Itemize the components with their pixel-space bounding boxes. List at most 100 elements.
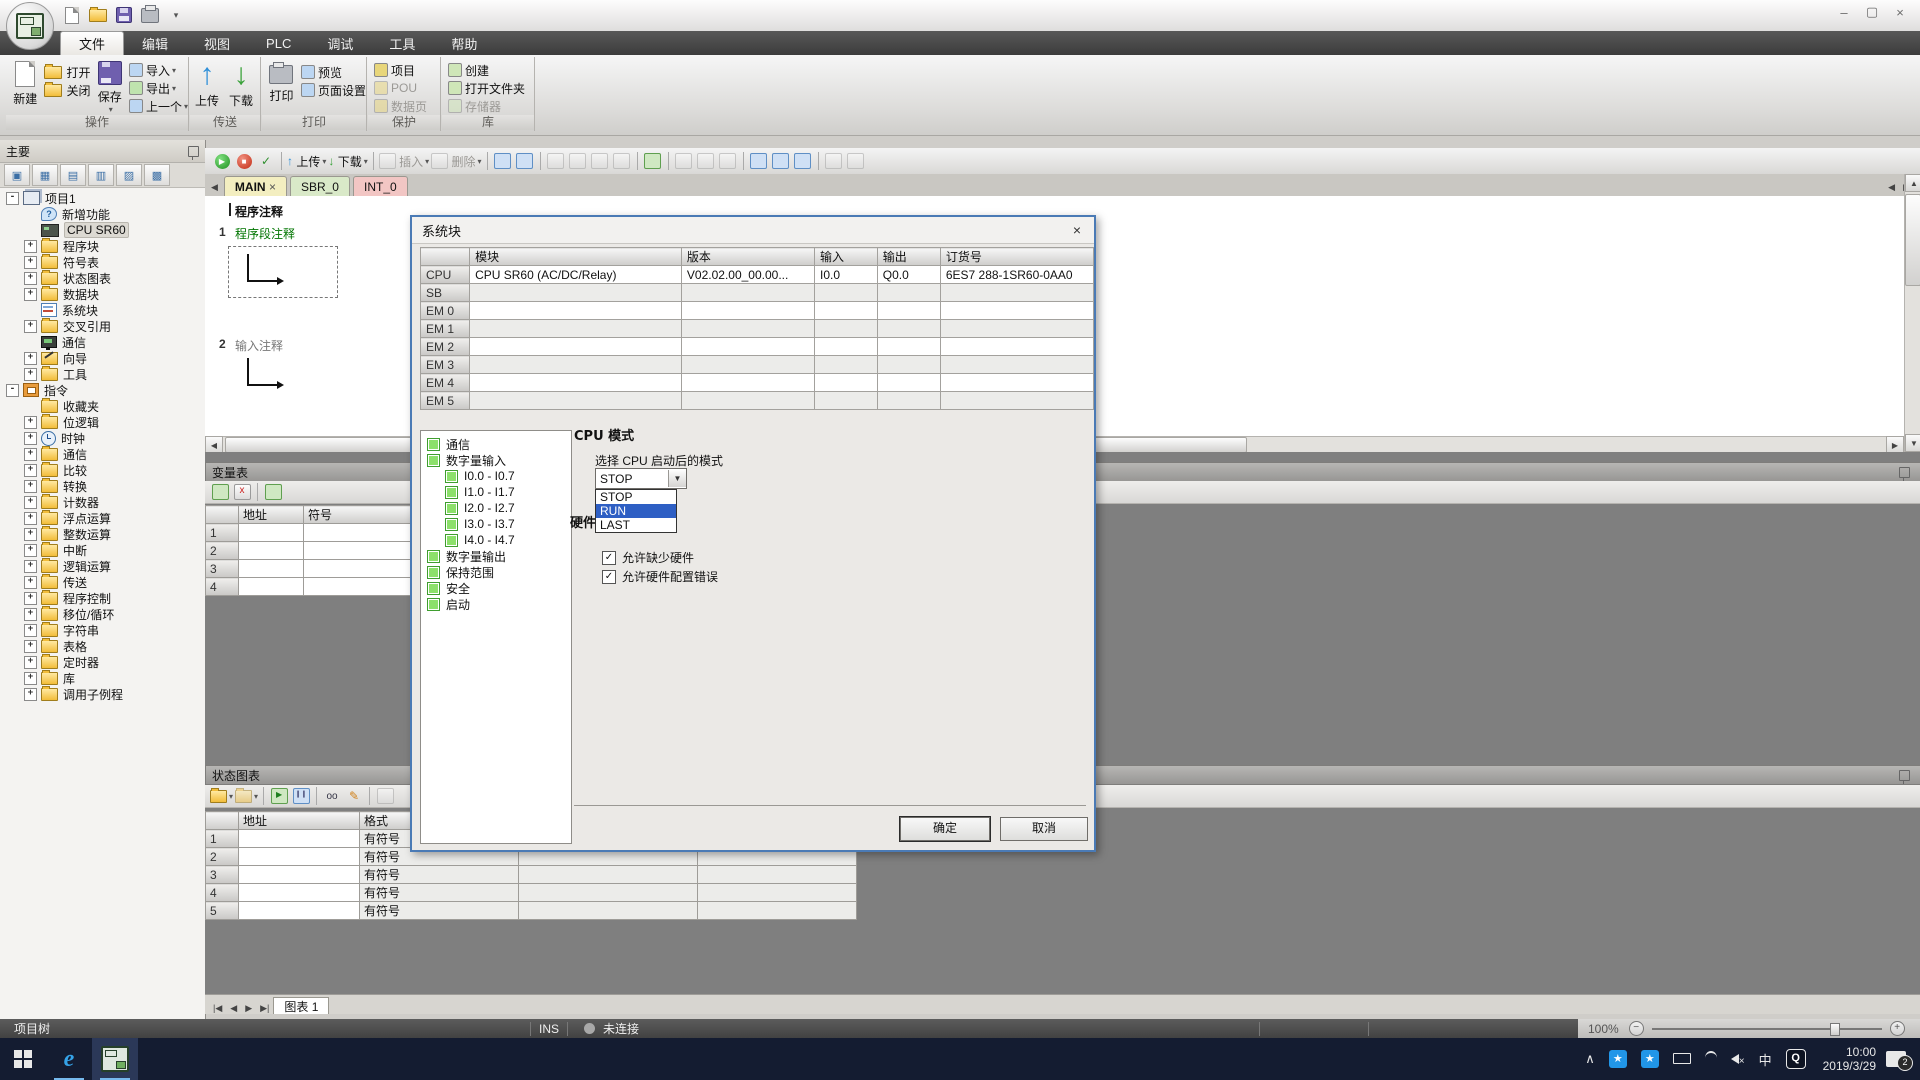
contact-left-icon[interactable] [749, 151, 769, 171]
close-file-button[interactable]: 关闭 [44, 81, 90, 99]
ok-button[interactable]: 确定 [900, 817, 990, 841]
option-run[interactable]: RUN [596, 504, 676, 518]
view-data-icon[interactable]: ▥ [88, 164, 114, 186]
wifi-icon[interactable] [1705, 1051, 1717, 1068]
taskbar-app-button[interactable] [92, 1038, 138, 1080]
wire-right-icon[interactable] [793, 151, 813, 171]
multi-select-icon[interactable] [515, 151, 535, 171]
tree-item-timer[interactable]: +定时器 [0, 654, 229, 670]
tree-item-system-block[interactable]: 系统块 [0, 302, 229, 318]
quickbar-more-button[interactable]: ▾ [164, 4, 188, 26]
print-button[interactable]: 打印 [262, 57, 301, 115]
tray-q-icon[interactable]: Q [1786, 1049, 1806, 1069]
paste-icon[interactable] [612, 151, 632, 171]
maximize-button[interactable]: ▢ [1858, 4, 1886, 20]
protect-project-button[interactable]: 项目 [374, 61, 440, 79]
chart-row[interactable]: 3有符号 [206, 866, 857, 884]
battery-icon[interactable] [1673, 1052, 1691, 1067]
menu-tab-tools[interactable]: 工具 [371, 31, 433, 55]
taskbar-clock[interactable]: 10:00 2019/3/29 [1823, 1045, 1876, 1073]
tree-item-interrupt[interactable]: +中断 [0, 542, 229, 558]
module-row-em1[interactable]: EM 1 [421, 320, 1094, 338]
tab-int0[interactable]: INT_0 [353, 176, 408, 196]
quick-new-button[interactable] [60, 4, 84, 26]
module-row-cpu[interactable]: CPU CPU SR60 (AC/DC/Relay) V02.02.00_00.… [421, 266, 1094, 284]
tree-item-cross-ref[interactable]: +交叉引用 [0, 318, 229, 334]
view-status-icon[interactable]: ▤ [60, 164, 86, 186]
tab-scroll-left-icon[interactable]: ◀ [205, 182, 224, 196]
settings-item-i1[interactable]: I1.0 - I1.7 [421, 484, 571, 500]
download-button[interactable]: ↓ 下载 [224, 57, 258, 115]
quick-print-button[interactable] [138, 4, 162, 26]
zoom-out-icon[interactable]: − [1629, 1021, 1644, 1036]
tab-nav-left-icon[interactable]: ◀ [1884, 182, 1899, 193]
settings-item-i3[interactable]: I3.0 - I3.7 [421, 516, 571, 532]
var-table-pin-icon[interactable] [1899, 467, 1910, 478]
module-row-em2[interactable]: EM 2 [421, 338, 1094, 356]
chart-play-icon[interactable]: ▶ [269, 786, 289, 806]
chart-nav-next-icon[interactable]: ▶ [241, 1003, 256, 1014]
quick-open-button[interactable] [86, 4, 110, 26]
stop-button[interactable]: ■ [234, 151, 254, 171]
checkbox-checked-icon[interactable]: ✓ [602, 570, 616, 584]
tree-item-move[interactable]: +传送 [0, 574, 229, 590]
tab-sbr0[interactable]: SBR_0 [290, 176, 350, 196]
box-tool-icon[interactable] [546, 151, 566, 171]
quick-save-button[interactable] [112, 4, 136, 26]
zoom-slider-thumb[interactable] [1830, 1023, 1840, 1036]
tray-tim2-icon[interactable]: ★ [1641, 1050, 1659, 1068]
upload-button[interactable]: ↑ 上传 [190, 57, 224, 115]
tree-item-call-subroutine[interactable]: +调用子例程 [0, 686, 229, 702]
tree-item-data-block[interactable]: +数据块 [0, 286, 229, 302]
chart-nav-last-icon[interactable]: ▶| [256, 1003, 273, 1014]
view-comm-icon[interactable]: ▩ [144, 164, 170, 186]
import-button[interactable]: 导入▾ [129, 61, 188, 79]
tray-chevron-icon[interactable]: ∧ [1585, 1051, 1595, 1067]
module-row-em0[interactable]: EM 0 [421, 302, 1094, 320]
tree-item-project1[interactable]: -项目1 [0, 190, 211, 206]
tree-item-int-math[interactable]: +整数运算 [0, 526, 229, 542]
tree-item-program-block[interactable]: +程序块 [0, 238, 229, 254]
page-view-icon[interactable] [846, 151, 866, 171]
tree-item-instructions[interactable]: -指令 [0, 382, 211, 398]
tree-item-counter[interactable]: +计数器 [0, 494, 229, 510]
module-row-sb[interactable]: SB [421, 284, 1094, 302]
tree-item-float-math[interactable]: +浮点运算 [0, 510, 229, 526]
contact-right-icon[interactable] [771, 151, 791, 171]
tree-item-cpu[interactable]: CPU SR60 [0, 222, 229, 238]
address-view-icon[interactable] [824, 151, 844, 171]
view-project-icon[interactable]: ▣ [4, 164, 30, 186]
cpu-mode-combobox[interactable]: STOP ▼ [595, 468, 687, 489]
lib-create-button[interactable]: 创建 [448, 61, 534, 79]
copy-icon[interactable] [590, 151, 610, 171]
settings-item-i0[interactable]: I0.0 - I0.7 [421, 468, 571, 484]
vscroll-down-icon[interactable]: ▼ [1905, 434, 1920, 452]
tab-main[interactable]: MAIN × [224, 176, 287, 196]
menu-tab-debug[interactable]: 调试 [309, 31, 371, 55]
tree-item-communication[interactable]: 通信 [0, 334, 229, 350]
combo-dropdown-icon[interactable]: ▼ [668, 470, 686, 487]
editor-vscrollbar[interactable]: ▲ ▼ [1904, 174, 1920, 452]
tree-item-whats-new[interactable]: ?新增功能 [0, 206, 229, 222]
tree-item-string[interactable]: +字符串 [0, 622, 229, 638]
chart-tab-1[interactable]: 图表 1 [273, 997, 329, 1014]
allow-missing-hw-checkbox[interactable]: ✓ 允许缺少硬件 [602, 549, 694, 566]
tree-item-shift-rotate[interactable]: +移位/循环 [0, 606, 229, 622]
unlock-icon[interactable] [696, 151, 716, 171]
menu-tab-plc[interactable]: PLC [248, 31, 309, 55]
new-chart-icon[interactable]: ▾ [210, 786, 233, 806]
checkbox-checked-icon[interactable]: ✓ [602, 551, 616, 565]
write-pencil-icon[interactable]: ✎ [344, 786, 364, 806]
save-button[interactable]: 保存 ▾ [90, 57, 128, 115]
tab-close-icon[interactable]: × [269, 180, 276, 194]
chart-nav-prev-icon[interactable]: ◀ [226, 1003, 241, 1014]
tree-item-library[interactable]: +库 [0, 670, 229, 686]
tree-item-comm-instr[interactable]: +通信 [0, 446, 229, 462]
settings-item-startup[interactable]: 启动 [421, 596, 571, 612]
delete-row-icon[interactable]: x [232, 482, 252, 502]
network-1-comment[interactable]: 程序段注释 [235, 225, 295, 242]
status-chart-pin-icon[interactable] [1899, 770, 1910, 781]
settings-item-retentive[interactable]: 保持范围 [421, 564, 571, 580]
undo-icon[interactable] [568, 151, 588, 171]
lock-add-icon[interactable] [718, 151, 738, 171]
